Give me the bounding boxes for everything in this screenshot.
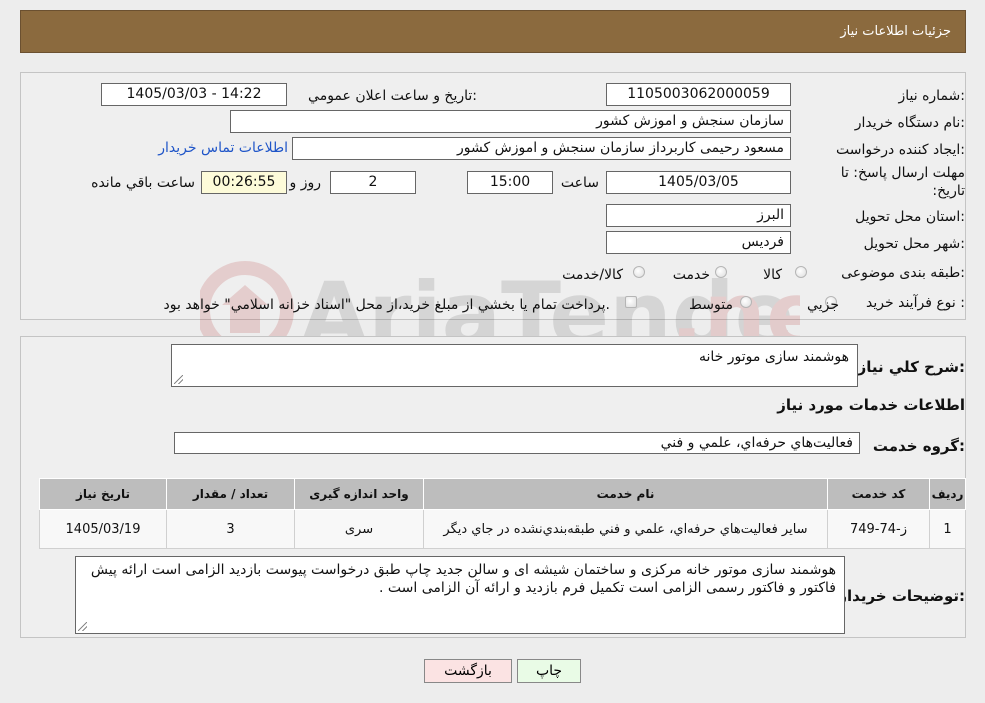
cell-service-name: ساير فعاليت‌هاي حرفه‌اي، علمي و فني طبقه… bbox=[423, 509, 828, 549]
services-table: رديف کد خدمت نام خدمت واحد اندازه گيری ت… bbox=[39, 478, 966, 549]
table-row: 1 ز-74-749 ساير فعاليت‌هاي حرفه‌اي، علمي… bbox=[39, 509, 966, 549]
purchase-medium-text: متوسط bbox=[689, 297, 733, 313]
page-header: جزئیات اطلاعات نیاز bbox=[20, 10, 966, 53]
buyer-org-field[interactable]: سازمان سنجش و اموزش کشور bbox=[230, 110, 791, 133]
col-quantity: تعداد / مقدار bbox=[166, 478, 295, 510]
buyer-contact-link[interactable]: اطلاعات تماس خريدار bbox=[158, 140, 288, 156]
creator-label: ايجاد کننده درخواست: bbox=[836, 142, 965, 158]
services-heading: اطلاعات خدمات مورد نياز bbox=[777, 396, 965, 414]
deadline-date-field[interactable]: 1405/03/05 bbox=[606, 171, 791, 194]
treasury-checkbox[interactable] bbox=[625, 296, 637, 308]
purchase-medium-radio[interactable] bbox=[740, 296, 752, 308]
cell-need-date: 1405/03/19 bbox=[39, 509, 167, 549]
creator-field[interactable]: مسعود رحیمی کاربرداز سازمان سنجش و اموزش… bbox=[292, 137, 791, 160]
buyer-notes-field[interactable]: هوشمند سازی موتور خانه مرکزی و ساختمان ش… bbox=[75, 556, 845, 634]
col-service-name: نام خدمت bbox=[423, 478, 828, 510]
print-button[interactable]: چاپ bbox=[517, 659, 581, 683]
city-field[interactable]: فرديس bbox=[606, 231, 791, 254]
treasury-note: پرداخت تمام يا بخشي از مبلغ خريد،از محل … bbox=[163, 297, 610, 313]
category-goods-text: کالا bbox=[763, 267, 782, 283]
summary-field[interactable]: هوشمند سازی موتور خانه bbox=[171, 344, 858, 387]
deadline-time-label: ساعت bbox=[560, 175, 599, 191]
category-both-radio[interactable] bbox=[633, 266, 645, 278]
col-row-num: رديف bbox=[929, 478, 966, 510]
cell-unit: سری bbox=[294, 509, 424, 549]
buyer-notes-text: هوشمند سازی موتور خانه مرکزی و ساختمان ش… bbox=[90, 562, 836, 596]
days-field[interactable]: 2 bbox=[330, 171, 416, 194]
cell-row-num: 1 bbox=[929, 509, 966, 549]
back-button[interactable]: بازگشت bbox=[424, 659, 512, 683]
category-goods-radio[interactable] bbox=[795, 266, 807, 278]
resize-grip-icon[interactable] bbox=[78, 622, 87, 631]
col-unit: واحد اندازه گيری bbox=[294, 478, 424, 510]
remaining-time-label: ساعت باقي مانده bbox=[91, 175, 195, 191]
service-group-field[interactable]: فعاليت‌هاي حرفه‌اي، علمي و فني bbox=[174, 432, 860, 454]
resize-grip-icon[interactable] bbox=[174, 375, 183, 384]
category-service-radio[interactable] bbox=[715, 266, 727, 278]
category-label: طبقه بندی موضوعی: bbox=[841, 265, 965, 281]
cell-service-code: ز-74-749 bbox=[827, 509, 930, 549]
announce-datetime-field[interactable]: 1405/03/03 - 14:22 bbox=[101, 83, 287, 106]
service-group-label: گروه خدمت: bbox=[872, 437, 965, 455]
col-service-code: کد خدمت bbox=[827, 478, 930, 510]
remaining-time-field: 00:26:55 bbox=[201, 171, 287, 194]
category-service-text: خدمت bbox=[672, 267, 710, 283]
city-label: شهر محل تحويل: bbox=[863, 236, 965, 252]
need-number-label: شماره نیاز: bbox=[898, 88, 965, 104]
purchase-minor-text: جزيي bbox=[807, 297, 839, 313]
summary-label: شرح کلي نياز: bbox=[857, 358, 965, 376]
days-label: روز و bbox=[289, 175, 322, 191]
province-label: استان محل تحويل: bbox=[855, 209, 965, 225]
table-header-row: رديف کد خدمت نام خدمت واحد اندازه گيری ت… bbox=[39, 478, 966, 510]
deadline-label: مهلت ارسال پاسخ: تا تاريخ: bbox=[840, 165, 965, 199]
buyer-org-label: نام دستگاه خريدار: bbox=[854, 115, 965, 131]
col-need-date: تاريخ نياز bbox=[39, 478, 167, 510]
cell-quantity: 3 bbox=[166, 509, 295, 549]
need-number-field[interactable]: 1105003062000059 bbox=[606, 83, 791, 106]
deadline-time-field[interactable]: 15:00 bbox=[467, 171, 553, 194]
page-title: جزئیات اطلاعات نیاز bbox=[840, 24, 951, 39]
summary-text: هوشمند سازی موتور خانه bbox=[698, 349, 849, 365]
buyer-notes-label: توضيحات خريدار: bbox=[838, 587, 965, 605]
province-field[interactable]: البرز bbox=[606, 204, 791, 227]
category-both-text: کالا/خدمت bbox=[562, 267, 623, 283]
purchase-type-label: نوع فرآيند خريد : bbox=[866, 295, 965, 311]
announce-datetime-label: تاریخ و ساعت اعلان عمومي: bbox=[308, 88, 477, 104]
